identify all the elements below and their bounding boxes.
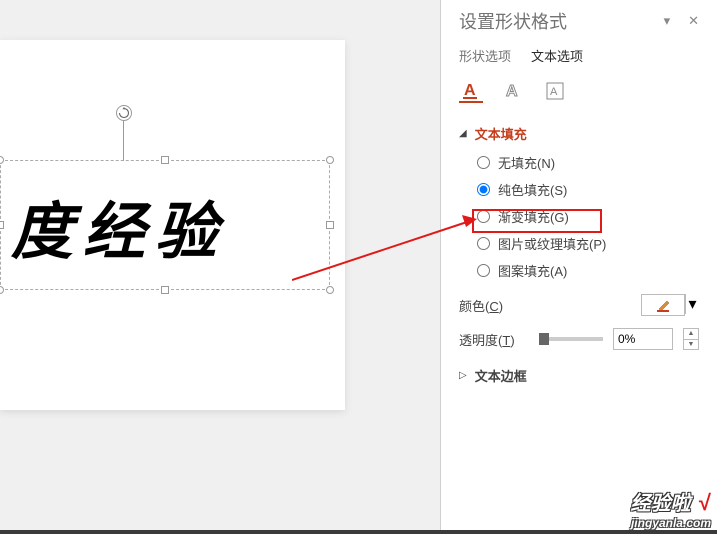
color-picker-button[interactable] xyxy=(641,294,685,316)
radio-picture-fill[interactable]: 图片或纹理填充(P) xyxy=(477,234,699,253)
watermark-check-icon: √ xyxy=(699,490,711,515)
radio-pattern-fill-input[interactable] xyxy=(477,264,490,277)
text-effects-icon[interactable]: A xyxy=(501,79,525,103)
opacity-spinner[interactable]: ▲ ▼ xyxy=(683,328,699,350)
textbox-content[interactable]: 度经验 xyxy=(1,161,329,291)
slide-canvas[interactable]: 度经验 xyxy=(0,40,345,410)
radio-picture-fill-label: 图片或纹理填充(P) xyxy=(498,234,606,253)
textbox-selection[interactable]: 度经验 xyxy=(0,160,330,290)
collapse-icon: ◢ xyxy=(459,128,467,139)
slide-editor-area: 度经验 xyxy=(0,0,440,534)
text-fill-outline-icon[interactable]: A xyxy=(459,79,483,103)
svg-text:A: A xyxy=(506,83,518,100)
spinner-up-icon[interactable]: ▲ xyxy=(684,329,698,340)
opacity-input[interactable]: 0% xyxy=(613,328,673,350)
opacity-slider-handle[interactable] xyxy=(539,333,549,345)
tab-text-options[interactable]: 文本选项 xyxy=(531,46,583,65)
radio-pattern-fill-label: 图案填充(A) xyxy=(498,261,567,280)
resize-handle-mr[interactable] xyxy=(326,221,334,229)
section-title-text-fill: 文本填充 xyxy=(475,124,527,143)
resize-handle-bm[interactable] xyxy=(161,286,169,294)
resize-handle-br[interactable] xyxy=(326,286,334,294)
opacity-slider[interactable] xyxy=(539,337,603,341)
format-shape-panel: 设置形状格式 ▾ ✕ 形状选项 文本选项 A A A ◢ 文本填充 无填充(N) xyxy=(440,0,717,534)
radio-gradient-fill[interactable]: 渐变填充(G) xyxy=(477,207,699,226)
color-dropdown-icon[interactable]: ▾ xyxy=(685,294,699,314)
resize-handle-bl[interactable] xyxy=(0,286,4,294)
spinner-down-icon[interactable]: ▼ xyxy=(684,340,698,350)
radio-no-fill-label: 无填充(N) xyxy=(498,153,555,172)
opacity-label: 透明度(T) xyxy=(459,330,529,349)
radio-picture-fill-input[interactable] xyxy=(477,237,490,250)
resize-handle-tm[interactable] xyxy=(161,156,169,164)
panel-title: 设置形状格式 xyxy=(459,8,567,34)
radio-gradient-fill-input[interactable] xyxy=(477,210,490,223)
watermark: 经验啦 √ jingyanla.com xyxy=(630,487,711,530)
radio-solid-fill[interactable]: 纯色填充(S) xyxy=(477,180,699,199)
text-box-icon[interactable]: A xyxy=(543,79,567,103)
expand-icon: ▷ xyxy=(459,370,467,381)
section-title-text-outline: 文本边框 xyxy=(475,366,527,385)
radio-solid-fill-label: 纯色填充(S) xyxy=(498,180,567,199)
svg-text:A: A xyxy=(550,86,558,98)
watermark-text: 经验啦 xyxy=(630,493,690,515)
section-text-fill[interactable]: ◢ 文本填充 xyxy=(459,124,699,143)
resize-handle-ml[interactable] xyxy=(0,221,4,229)
panel-menu-icon[interactable]: ▾ xyxy=(664,13,671,29)
section-text-outline[interactable]: ▷ 文本边框 xyxy=(459,366,699,385)
color-label: 颜色(C) xyxy=(459,296,529,315)
tab-shape-options[interactable]: 形状选项 xyxy=(459,46,511,65)
rotate-handle[interactable] xyxy=(116,105,132,121)
resize-handle-tr[interactable] xyxy=(326,156,334,164)
panel-close-icon[interactable]: ✕ xyxy=(688,13,699,29)
bottom-border xyxy=(0,530,717,534)
radio-pattern-fill[interactable]: 图案填充(A) xyxy=(477,261,699,280)
radio-solid-fill-input[interactable] xyxy=(477,183,490,196)
svg-text:A: A xyxy=(464,82,476,99)
radio-gradient-fill-label: 渐变填充(G) xyxy=(498,207,569,226)
rotate-handle-line xyxy=(123,121,124,161)
radio-no-fill-input[interactable] xyxy=(477,156,490,169)
radio-no-fill[interactable]: 无填充(N) xyxy=(477,153,699,172)
watermark-url: jingyanla.com xyxy=(630,516,711,530)
